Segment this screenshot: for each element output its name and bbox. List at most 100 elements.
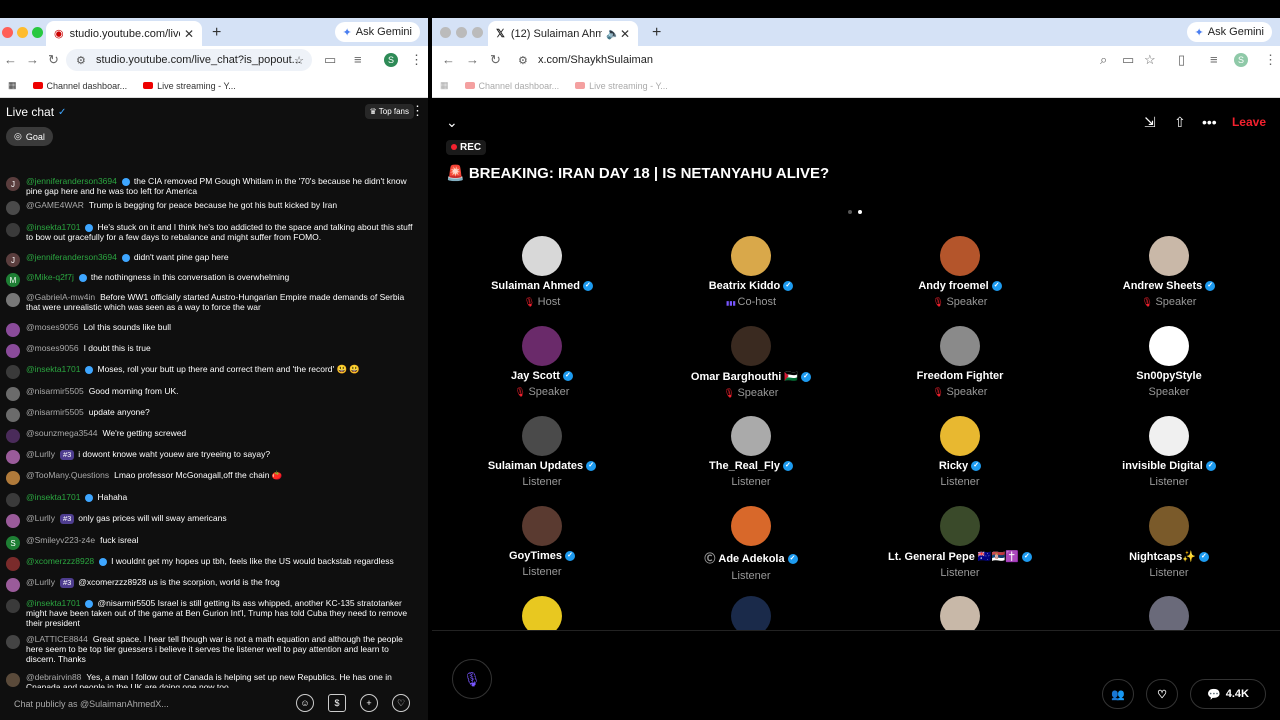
- participant-avatar[interactable]: [522, 596, 562, 630]
- chat-message[interactable]: @insekta1701 He's stuck on it and I think…: [6, 222, 416, 242]
- chat-message[interactable]: J @jenniferanderson3694 didn't want pine g…: [6, 252, 416, 267]
- chat-author[interactable]: @debrairvin88: [26, 672, 81, 682]
- participant-card[interactable]: Lt. General Pepe 🇦🇺🇷🇸✝️ ✓ Listener: [860, 506, 1060, 579]
- people-button[interactable]: 👥: [1102, 679, 1134, 709]
- participant-avatar[interactable]: [940, 416, 980, 456]
- super-chat-icon[interactable]: $: [328, 694, 346, 712]
- chat-message[interactable]: @GabrielA-mw4in Before WW1 officially sta…: [6, 292, 416, 312]
- participant-card[interactable]: GoyTimes ✓ Listener: [442, 506, 642, 578]
- leave-button[interactable]: Leave: [1232, 115, 1266, 129]
- participant-card[interactable]: Ⓒ Ade Adekola ✓ Listener: [651, 506, 851, 582]
- chat-author[interactable]: @GAME4WAR: [26, 200, 84, 210]
- avatar[interactable]: [6, 450, 20, 464]
- zoom-icon[interactable]: ⌕: [1100, 52, 1107, 68]
- chat-author[interactable]: @insekta1701: [26, 598, 80, 608]
- avatar[interactable]: [6, 201, 20, 215]
- ask-gemini-button[interactable]: ✦ Ask Gemini: [1186, 22, 1272, 42]
- chat-author[interactable]: @Mike-q2f7j: [26, 272, 74, 282]
- chat-message[interactable]: @insekta1701 @nisarmir5505 Israel is stil…: [6, 598, 416, 628]
- chat-message[interactable]: @insekta1701 Hahaha: [6, 492, 416, 507]
- avatar[interactable]: [6, 323, 20, 337]
- avatar[interactable]: J: [6, 253, 20, 267]
- chat-message[interactable]: M @Mike-q2f7j the nothingness in this conv…: [6, 272, 416, 287]
- reaction-button[interactable]: ♡: [1146, 679, 1178, 709]
- minimize-window-icon[interactable]: [456, 27, 467, 38]
- chat-message[interactable]: J @jenniferanderson3694 the CIA removed PM…: [6, 176, 416, 196]
- microphone-button[interactable]: 🎙: [452, 659, 492, 699]
- chat-author[interactable]: @moses9056: [26, 322, 79, 332]
- chat-author[interactable]: @Lurlly: [26, 577, 55, 587]
- profile-avatar[interactable]: S: [1234, 53, 1248, 67]
- apps-icon[interactable]: ▦: [440, 80, 449, 91]
- participant-avatar[interactable]: [731, 326, 771, 366]
- bookmark-channel-dashboard[interactable]: Channel dashboar...: [32, 81, 127, 91]
- more-options-icon[interactable]: •••: [1202, 114, 1217, 130]
- participant-avatar[interactable]: [731, 596, 771, 630]
- participant-card[interactable]: [860, 596, 1060, 630]
- share-icon[interactable]: ⇧: [1174, 114, 1186, 131]
- sidepanel-icon[interactable]: ▯: [1178, 52, 1185, 68]
- chat-message[interactable]: @Lurlly #3 @xcomerzzz8928 us is the scorpi…: [6, 577, 416, 592]
- avatar[interactable]: [6, 599, 20, 613]
- extensions-icon[interactable]: ≡: [1210, 52, 1218, 67]
- avatar[interactable]: [6, 514, 20, 528]
- menu-icon[interactable]: ⋮: [1264, 52, 1277, 68]
- participant-card[interactable]: [651, 596, 851, 630]
- avatar[interactable]: [6, 493, 20, 507]
- chat-message[interactable]: @nisarmir5505 Good morning from UK.: [6, 386, 416, 401]
- profile-avatar[interactable]: S: [384, 53, 398, 67]
- avatar[interactable]: [6, 293, 20, 307]
- avatar[interactable]: [6, 387, 20, 401]
- chat-message[interactable]: @TooMany.Questions Lmao professor McGonag…: [6, 470, 416, 485]
- avatar[interactable]: [6, 471, 20, 485]
- reload-icon[interactable]: ↻: [48, 52, 59, 68]
- participant-card[interactable]: Freedom Fighter 🎙 Speaker: [860, 326, 1060, 398]
- avatar[interactable]: S: [6, 536, 20, 550]
- chat-message[interactable]: @moses9056 Lol this sounds like bull: [6, 322, 416, 337]
- chat-message[interactable]: S @Smileyv223-z4e fuck isreal: [6, 535, 416, 550]
- chat-author[interactable]: @GabrielA-mw4in: [26, 292, 95, 302]
- participant-avatar[interactable]: [1149, 236, 1189, 276]
- browser-tab[interactable]: 𝕏 (12) Sulaiman Ahmed (@S 🔈 ✕: [488, 21, 638, 46]
- ask-gemini-button[interactable]: ✦ Ask Gemini: [334, 22, 420, 42]
- chat-author[interactable]: @insekta1701: [26, 364, 80, 374]
- dock-icon[interactable]: ⇲: [1144, 114, 1156, 131]
- install-icon[interactable]: ▭: [1122, 52, 1134, 68]
- page-dot-active[interactable]: [858, 210, 862, 214]
- avatar[interactable]: J: [6, 177, 20, 191]
- participant-avatar[interactable]: [940, 506, 980, 546]
- participant-avatar[interactable]: [731, 416, 771, 456]
- chat-author[interactable]: @Smileyv223-z4e: [26, 535, 95, 545]
- avatar[interactable]: [6, 557, 20, 571]
- participant-card[interactable]: [442, 596, 642, 630]
- close-window-icon[interactable]: [440, 27, 451, 38]
- chat-author[interactable]: @jenniferanderson3694: [26, 252, 117, 262]
- avatar[interactable]: [6, 365, 20, 379]
- star-icon[interactable]: ☆: [1144, 52, 1156, 68]
- chat-message[interactable]: @insekta1701 Moses, roll your butt up the…: [6, 364, 416, 379]
- participant-avatar[interactable]: [1149, 326, 1189, 366]
- chat-message[interactable]: @xcomerzzz8928 I wouldnt get my hopes up …: [6, 556, 416, 571]
- minimize-window-icon[interactable]: [17, 27, 28, 38]
- chat-title[interactable]: Live chat: [6, 105, 54, 119]
- participant-avatar[interactable]: [522, 416, 562, 456]
- replies-button[interactable]: 💬 4.4K: [1190, 679, 1266, 709]
- url-field[interactable]: ⚙ x.com/ShaykhSulaiman: [508, 49, 1162, 71]
- reload-icon[interactable]: ↻: [490, 52, 501, 68]
- chevron-down-icon[interactable]: ✓: [58, 107, 66, 118]
- participant-avatar[interactable]: [1149, 596, 1189, 630]
- participant-avatar[interactable]: [731, 506, 771, 546]
- avatar[interactable]: [6, 635, 20, 649]
- chat-author[interactable]: @Lurlly: [26, 449, 55, 459]
- maximize-window-icon[interactable]: [472, 27, 483, 38]
- participant-card[interactable]: [1069, 596, 1269, 630]
- participant-avatar[interactable]: [522, 506, 562, 546]
- chat-author[interactable]: @insekta1701: [26, 492, 80, 502]
- chat-message[interactable]: @LATTICE8844 Great space. I hear tell tho…: [6, 634, 416, 664]
- browser-tab[interactable]: ◉ studio.youtube.com/live_chat ✕: [46, 21, 202, 46]
- heart-icon[interactable]: ♡: [392, 694, 410, 712]
- chat-author[interactable]: @moses9056: [26, 343, 79, 353]
- close-tab-icon[interactable]: ✕: [184, 27, 194, 41]
- collapse-chevron-icon[interactable]: ⌄: [446, 114, 458, 131]
- avatar[interactable]: [6, 578, 20, 592]
